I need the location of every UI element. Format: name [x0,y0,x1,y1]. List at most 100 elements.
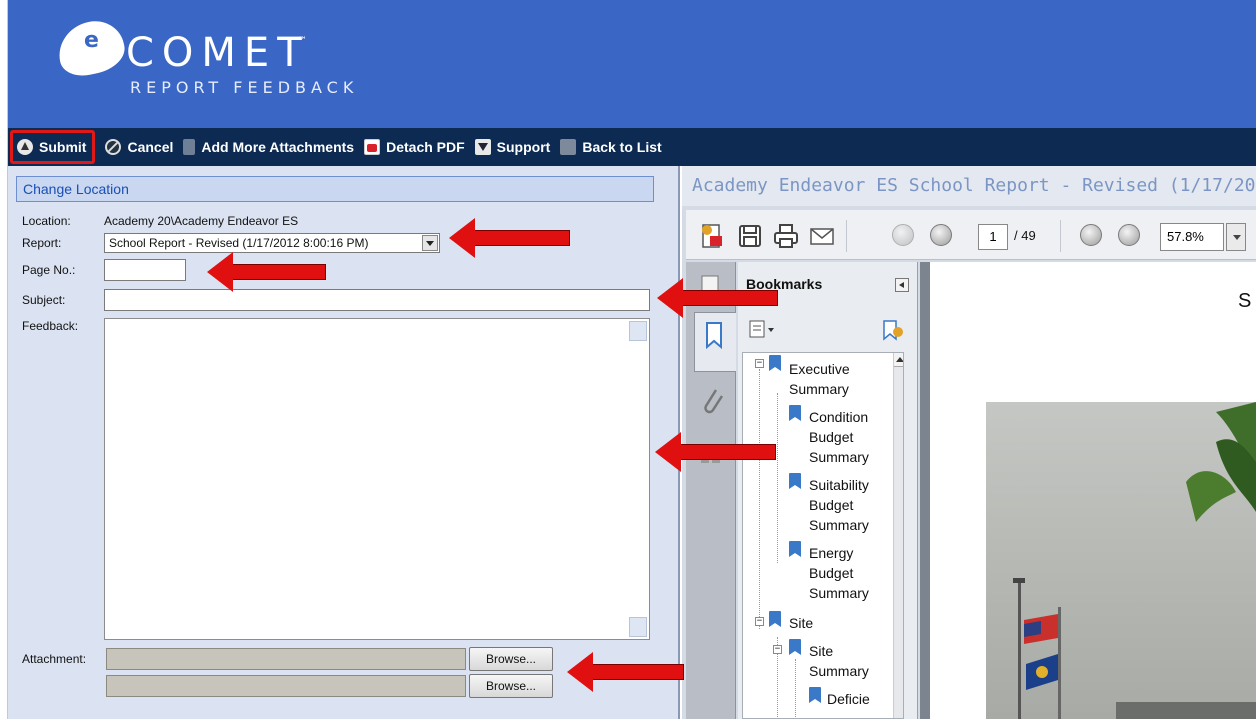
document-page: S [930,262,1256,719]
annotation-arrow-report [449,218,570,258]
report-selected-value: School Report - Revised (1/17/2012 8:00:… [109,236,369,250]
collapse-panel-icon[interactable] [895,278,909,292]
attachment-file-input-1[interactable] [106,648,466,670]
cancel-button[interactable]: Cancel [105,134,173,160]
back-label: Back to List [582,139,662,155]
bookmark-item-line: Summary [809,449,869,465]
bookmark-item[interactable]: Deficie [827,689,870,709]
report-label: Report: [22,236,62,250]
pdf-toolbar: 1 / 49 57.8% [686,210,1256,260]
viewer-title: Academy Endeavor ES School Report - Revi… [682,166,1256,206]
zoom-out-icon[interactable] [1080,224,1102,246]
window-edge [0,0,8,719]
bookmark-tree: − Executive Summary Condition Budget Sum… [742,352,904,719]
annotation-arrow-page [207,252,326,292]
detach-pdf-button[interactable]: Detach PDF [364,134,465,160]
support-label: Support [496,139,551,155]
bookmark-icon [706,322,722,350]
annotation-arrow-feedback [655,432,776,472]
add-attachments-button[interactable]: Add More Attachments [183,134,354,160]
bookmark-node-icon [789,473,801,489]
document-area: S [920,262,1256,719]
logo-badge-letter: e [84,28,99,53]
support-button[interactable]: Support [474,134,551,160]
attachment-file-input-2[interactable] [106,675,466,697]
expand-toggle[interactable]: − [773,645,782,654]
page-total: / 49 [1014,228,1036,243]
bookmark-item[interactable]: Site [789,613,813,633]
annotation-arrow-subject [657,278,778,318]
feedback-textarea[interactable] [104,318,650,640]
cancel-icon [105,139,122,155]
logo-trademark: ™ [298,36,307,46]
bookmark-item-line: Budget [809,497,854,513]
create-pdf-icon[interactable] [698,222,726,250]
browse-button-2[interactable]: Browse... [469,674,553,698]
zoom-in-icon[interactable] [1118,224,1140,246]
subject-label: Subject: [22,293,66,307]
scroll-down-button[interactable] [629,617,647,637]
new-bookmark-icon[interactable] [880,318,906,342]
next-page-icon[interactable] [930,224,952,246]
add-attachments-label: Add More Attachments [201,139,355,155]
attachment-label: Attachment: [22,652,87,666]
scroll-up-icon[interactable] [894,353,903,367]
location-value: Academy 20\Academy Endeavor ES [104,214,299,228]
bookmark-item[interactable]: Site [809,641,833,661]
bookmark-node-icon [789,639,801,655]
cancel-label: Cancel [127,139,174,155]
bookmark-item-line: Budget [809,565,854,581]
support-icon [474,139,491,155]
navigation-tabs [686,262,736,719]
paperclip-icon [704,389,724,414]
bookmark-item-line: Summary [809,663,869,679]
bookmark-node-icon [809,687,821,703]
toolbar-separator [846,220,847,252]
previous-page-icon[interactable] [892,224,914,246]
logo-brand: COMET [126,30,310,76]
subject-input[interactable] [104,289,650,311]
school-photo [986,402,1256,719]
action-toolbar: Submit Cancel Add More Attachments Detac… [8,128,1256,166]
pdf-icon [364,139,381,155]
bookmark-item-line: Summary [809,517,869,533]
zoom-dropdown-icon[interactable] [1226,223,1246,251]
page-number-input[interactable] [104,259,186,281]
logo-subtitle: REPORT FEEDBACK [130,78,359,97]
email-icon[interactable] [808,222,836,250]
bookmark-node-icon [789,541,801,557]
bookmark-item[interactable]: Executive [789,359,850,379]
expand-toggle[interactable]: − [755,617,764,626]
bookmark-item[interactable]: Condition [809,407,868,427]
scroll-up-button[interactable] [629,321,647,341]
expand-toggle[interactable]: − [755,359,764,368]
report-select[interactable]: School Report - Revised (1/17/2012 8:00:… [104,233,440,253]
change-location-link[interactable]: Change Location [16,176,654,202]
app-header: e COMET ™ REPORT FEEDBACK [8,0,1256,128]
back-icon [560,139,577,155]
detach-pdf-label: Detach PDF [386,139,465,155]
submit-icon [17,139,33,155]
browse-button-1[interactable]: Browse... [469,647,553,671]
feedback-form: Change Location Location: Academy 20\Aca… [8,166,680,719]
bookmarks-panel: Bookmarks − Executive Summary Condition … [738,262,918,719]
bookmark-scrollbar[interactable] [893,353,903,718]
page-heading-fragment: S [1238,290,1252,312]
page-number-field[interactable]: 1 [978,224,1008,250]
submit-button[interactable]: Submit [10,130,96,164]
print-icon[interactable] [772,222,800,250]
bookmark-node-icon [789,405,801,421]
submit-label: Submit [39,139,87,155]
back-to-list-button[interactable]: Back to List [560,134,662,160]
toolbar-separator [1060,220,1061,252]
bookmarks-tab[interactable] [694,312,736,372]
photo-scene [1013,402,1256,719]
bookmark-item[interactable]: Suitability [809,475,869,495]
bookmark-options-icon[interactable] [748,318,776,340]
zoom-field[interactable]: 57.8% [1160,223,1224,251]
save-icon[interactable] [736,222,764,250]
bookmark-item[interactable]: Energy [809,543,853,563]
chevron-down-icon[interactable] [422,235,438,251]
attachments-tab[interactable] [692,380,730,440]
app-window: e COMET ™ REPORT FEEDBACK Submit Cancel … [0,0,1256,719]
